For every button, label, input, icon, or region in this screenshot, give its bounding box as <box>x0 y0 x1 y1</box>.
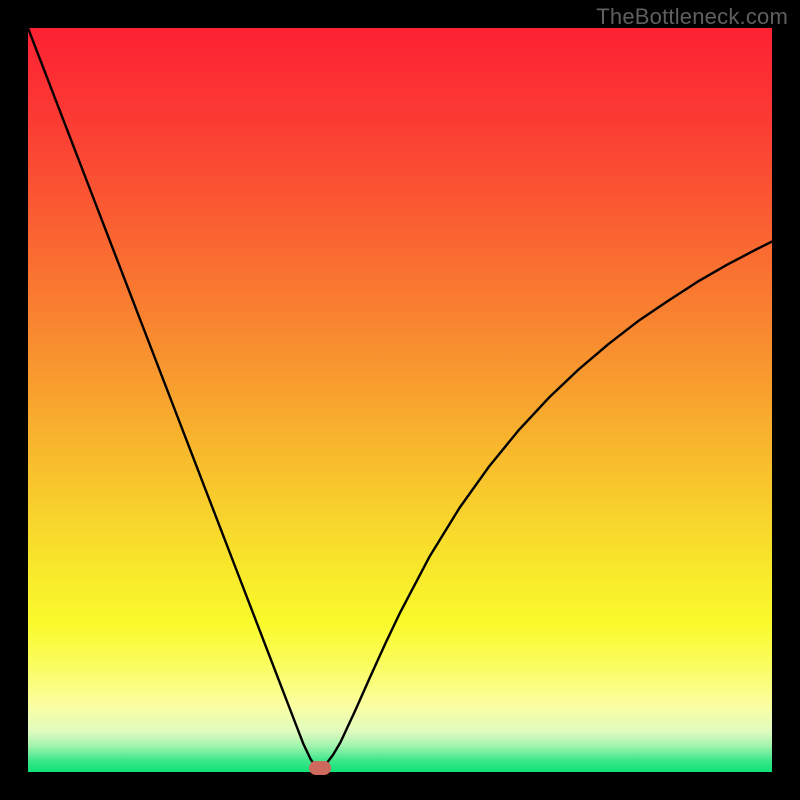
plot-svg <box>28 28 772 772</box>
bottleneck-marker <box>309 761 331 775</box>
chart-container: TheBottleneck.com <box>0 0 800 800</box>
plot-frame <box>28 28 772 772</box>
watermark-label: TheBottleneck.com <box>596 4 788 30</box>
gradient-background <box>28 28 772 772</box>
